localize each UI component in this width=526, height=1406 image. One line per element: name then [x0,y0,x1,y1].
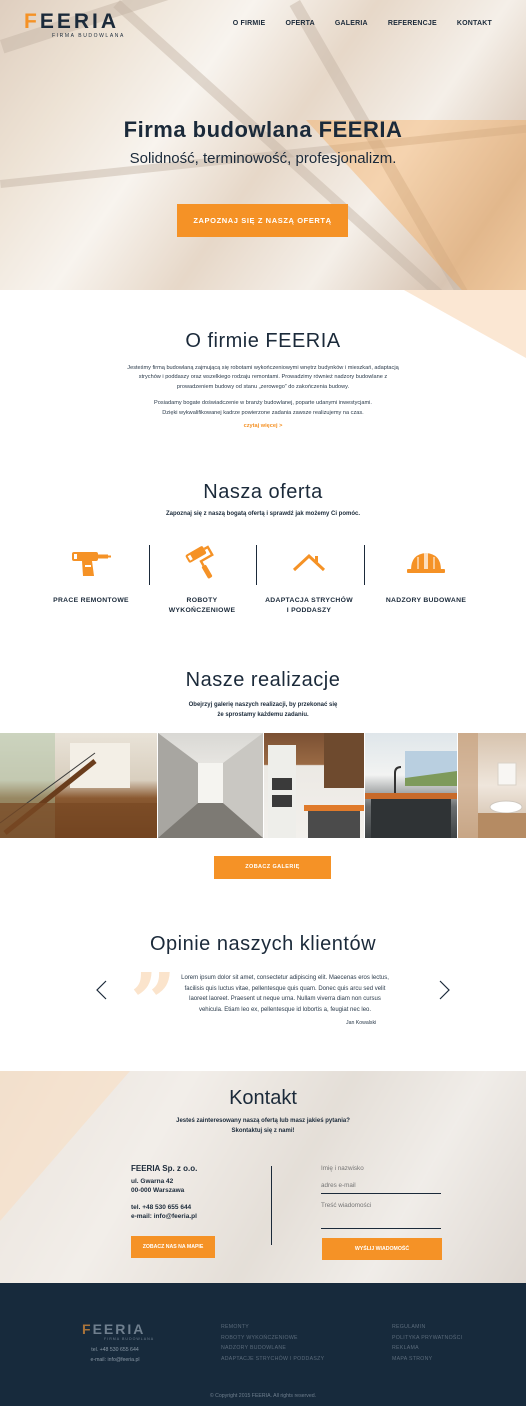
company-city: 00-000 Warszawa [131,1187,185,1194]
offer-divider [364,545,365,585]
footer-link[interactable]: ADAPTACJE STRYCHÓW I PODDASZY [221,1354,324,1365]
prev-arrow-icon[interactable] [92,979,114,1001]
offer-label-line: WYKOŃCZENIOWE [168,607,236,614]
footer-link[interactable]: ROBOTY WYKOŃCZENIOWE [221,1333,324,1344]
contact-divider [271,1166,272,1245]
drill-icon [36,542,146,584]
helmet-icon [371,542,481,584]
footer-contact: tel. +48 530 655 644 e-mail: info@feeria… [82,1346,148,1365]
gallery-photo-island[interactable] [365,733,457,838]
map-button[interactable]: ZOBACZ NAS NA MAPIE [131,1236,215,1258]
gallery-subtitle-line: że sprostamy każdemu zadaniu. [217,711,309,718]
footer-email: e-mail: info@feeria.pl [90,1356,140,1363]
gallery-subtitle: Obejrzyj galerię naszych realizacji, by … [0,701,526,720]
nav-item-referencje[interactable]: REFERENCJE [388,20,437,27]
main-nav: O FIRMIE OFERTA GALERIA REFERENCJE KONTA… [233,20,492,27]
footer-link[interactable]: REGULAMIN [392,1322,462,1333]
next-arrow-icon[interactable] [432,979,454,1001]
offer-label-line: ADAPTACJA STRYCHÓW [265,597,353,604]
offer-item-label: PRACE REMONTOWE [36,596,146,606]
nav-item-galeria[interactable]: GALERIA [335,20,368,27]
message-field[interactable] [321,1200,441,1229]
offer-divider [149,545,150,585]
footer-link[interactable]: REKLAMA [392,1343,462,1354]
offer-item-wykonczenia[interactable]: ROBOTY WYKOŃCZENIOWE [147,542,257,616]
company-phone: tel. +48 530 655 644 [131,1204,192,1211]
about-line: prowadzeniem budowy od stanu „zerowego” … [176,383,350,390]
hero-tagline: Solidność, terminowość, profesjonalizm. [129,150,397,167]
about-line: Jesteśmy firmą budowlaną zajmującą się r… [127,365,399,371]
nav-item-oferta[interactable]: OFERTA [285,20,314,27]
copyright: © Copyright 2015 FEERIA. All rights rese… [209,1393,317,1399]
about-paragraph-1: Jesteśmy firmą budowlaną zajmującą się r… [108,364,418,392]
gallery-title: Nasze realizacje [185,669,341,691]
gallery-strip [0,733,526,838]
footer-link[interactable]: POLITYKA PRYWATNOŚCI [392,1333,462,1344]
offer-label-line: ROBOTY [186,597,218,604]
testimonial-text: Lorem ipsum dolor sit amet, consectetur … [168,973,402,1015]
paint-roller-icon [147,542,257,584]
contact-subtitle-line: Jesteś zainteresowany naszą ofertą lub m… [176,1118,350,1124]
footer-phone: tel. +48 530 655 644 [91,1347,139,1353]
offer-label-line: PRACE REMONTOWE [53,597,129,604]
about-title: O firmie FEERIA [185,330,341,352]
contact-subtitle: Jesteś zainteresowany naszą ofertą lub m… [0,1117,526,1136]
opinions-title: Opinie naszych klientów [149,933,377,955]
testimonial-line: Lorem ipsum dolor sit amet, consectetur … [181,975,389,981]
site-logo[interactable]: FEERIA FIRMA BUDOWLANA [24,10,125,39]
offer-item-label: NADZORY BUDOWANE [371,596,481,606]
footer-logo-mark: FEERIA [82,1321,146,1337]
company-name: FEERIA Sp. z o.o. [131,1164,198,1173]
hero-cta-button[interactable]: ZAPOZNAJ SIĘ Z NASZĄ OFERTĄ [177,204,348,237]
footer-link[interactable]: NADZORY BUDOWLANE [221,1343,324,1354]
offer-item-remonty[interactable]: PRACE REMONTOWE [36,542,146,606]
offer-label-line: I PODDASZY [286,607,332,614]
offer-item-adaptacja[interactable]: ADAPTACJA STRYCHÓW I PODDASZY [254,542,364,616]
gallery-button[interactable]: ZOBACZ GALERIĘ [214,856,331,879]
about-paragraph-2: Posiadamy bogate doświadczenie w branży … [108,399,418,418]
gallery-photo-stairs[interactable] [0,733,157,838]
testimonial-line: laoreet laoreet. Praesent ut neque urna.… [189,996,381,1002]
footer-info-list: REGULAMIN POLITYKA PRYWATNOŚCI REKLAMA M… [392,1322,462,1364]
offer-title: Nasza oferta [203,481,323,503]
testimonial-author: Jan Kowalski [346,1020,377,1026]
about-line: Posiadamy bogate doświadczenie w branży … [154,400,372,407]
offer-item-nadzory[interactable]: NADZORY BUDOWANE [371,542,481,606]
read-more-link[interactable]: czytaj więcej > [0,423,526,429]
footer-link[interactable]: MAPA STRONY [392,1354,462,1365]
footer-logo-subtitle: FIRMA BUDOWLANA [104,1337,155,1341]
footer-logo[interactable]: FEERIA FIRMA BUDOWLANA [82,1321,154,1341]
footer-link[interactable]: REMONTY [221,1322,324,1333]
send-message-button[interactable]: WYŚLIJ WIADOMOŚĆ [322,1238,442,1260]
contact-subtitle-line: Skontaktuj się z nami! [231,1127,295,1134]
company-email: e-mail: info@feeria.pl [131,1213,197,1220]
offer-label-line: NADZORY BUDOWANE [385,597,467,604]
about-text: Jesteśmy firmą budowlaną zajmującą się r… [108,364,418,418]
offer-subtitle: Zapoznaj się z naszą bogatą ofertą i spr… [165,511,361,517]
gallery-subtitle-line: Obejrzyj galerię naszych realizacji, by … [188,702,338,708]
offer-divider [256,545,257,585]
footer-services-list: REMONTY ROBOTY WYKOŃCZENIOWE NADZORY BUD… [221,1322,324,1364]
nav-item-kontakt[interactable]: KONTAKT [457,20,492,27]
gallery-photo-bathroom[interactable] [458,733,526,838]
email-field[interactable] [321,1181,441,1194]
roof-icon [254,542,364,584]
testimonial-line: facilisis quis luctus vitae, pellentesqu… [184,985,386,992]
gallery-photo-kitchen[interactable] [264,733,364,838]
offer-item-label: ROBOTY WYKOŃCZENIOWE [147,596,257,616]
name-field[interactable] [321,1163,441,1176]
offer-item-label: ADAPTACJA STRYCHÓW I PODDASZY [254,596,364,616]
hero-section [0,0,526,290]
company-street: ul. Gwarna 42 [131,1178,174,1185]
hero-title: Firma budowlana FEERIA [123,117,403,142]
nav-item-o-firmie[interactable]: O FIRMIE [233,20,266,27]
testimonial-line: vehicula. Etiam leo ex, pellentesque id … [198,1006,372,1013]
logo-subtitle: FIRMA BUDOWLANA [52,33,125,39]
contact-title: Kontakt [229,1087,297,1109]
logo-mark: FEERIA [24,10,120,33]
about-line: Dzięki wykwalifikowanej kadrze powierzon… [162,409,364,416]
offer-grid: PRACE REMONTOWE ROBOTY WYKOŃCZENIOWE ADAP… [44,542,484,622]
about-line: strychów i poddaszy oraz wszelkiego rodz… [138,374,388,381]
gallery-photo-hall[interactable] [158,733,263,838]
